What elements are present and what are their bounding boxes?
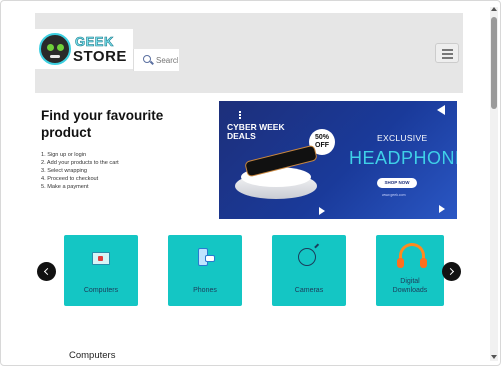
banner-headline: HEADPHONE [349, 148, 457, 168]
scroll-down-icon[interactable] [491, 355, 497, 359]
camera-icon [298, 248, 316, 266]
step-item: 3. Select wrapping [41, 168, 88, 174]
checkout-steps: 1. Sign up or login 2. Add your products… [41, 151, 119, 191]
promo-banner[interactable]: CYBER WEEK DEALS 50% OFF EXCLUSIVE HEADP… [219, 101, 457, 219]
decor-dots [239, 111, 241, 113]
decor-triangle [437, 105, 445, 115]
store-logo[interactable]: GEEK STORE [35, 29, 133, 69]
hero-title: Find your favourite product [41, 108, 164, 140]
headphones-icon [397, 243, 427, 268]
category-label: Computers [83, 287, 119, 294]
category-card-phones[interactable]: Phones [168, 235, 242, 306]
category-card-digital-downloads[interactable]: Digital Downloads [376, 235, 444, 306]
chevron-right-icon[interactable] [442, 262, 461, 281]
scroll-up-icon[interactable] [491, 7, 497, 11]
scrollbar-thumb[interactable] [491, 17, 497, 109]
category-card-computers[interactable]: Computers [64, 235, 138, 306]
search-box[interactable] [133, 49, 179, 71]
site-header: GEEK STORE [35, 13, 463, 93]
decor-triangle [439, 205, 445, 213]
phone-icon [198, 248, 215, 266]
logo-text-geek: GEEK [75, 34, 114, 50]
logo-mascot-icon [39, 33, 71, 65]
step-item: 5. Make a payment [41, 184, 89, 190]
section-title: Computers [69, 350, 116, 361]
step-item: 4. Proceed to checkout [41, 176, 99, 182]
shop-now-button[interactable]: SHOP NOW [377, 178, 417, 188]
banner-cyber-week: CYBER WEEK DEALS [227, 122, 285, 141]
decor-triangle [319, 207, 325, 215]
search-icon[interactable] [143, 55, 151, 63]
category-label: Cameras [294, 287, 324, 294]
category-label: Phones [193, 287, 217, 294]
step-item: 2. Add your products to the cart [41, 160, 119, 166]
category-label: Digital Downloads [392, 278, 428, 294]
vertical-scrollbar[interactable] [490, 7, 498, 361]
hamburger-icon [442, 49, 453, 51]
step-item: 1. Sign up or login [41, 152, 87, 158]
menu-button[interactable] [435, 43, 459, 63]
category-card-cameras[interactable]: Cameras [272, 235, 346, 306]
banner-url: www.geek.com [382, 193, 406, 197]
banner-exclusive: EXCLUSIVE [377, 133, 428, 143]
logo-text-store: STORE [73, 48, 127, 65]
chevron-left-icon[interactable] [37, 262, 56, 281]
search-input[interactable] [156, 54, 178, 66]
computer-icon [92, 252, 110, 265]
browser-viewport: GEEK STORE Find your favourite product 1… [0, 0, 501, 366]
